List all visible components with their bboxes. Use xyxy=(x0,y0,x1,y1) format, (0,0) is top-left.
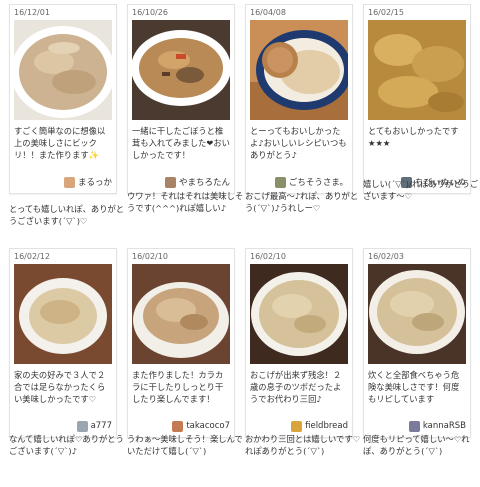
avatar xyxy=(76,420,88,432)
reply-text: おかわり三回とは嬉しいです♡れぽありがとう(´▽`) xyxy=(245,434,361,456)
report-card[interactable]: 16/12/01 すごく簡単なのに想像以上の美味しさにビックリ！！また作ります✨… xyxy=(9,4,117,194)
dish-photo[interactable] xyxy=(14,264,112,364)
avatar xyxy=(291,420,303,432)
dish-photo[interactable] xyxy=(132,264,230,364)
report-date: 16/02/15 xyxy=(368,8,404,17)
report-message: おこげが出来ず残念！２歳の息子のツボだったようでお代わり三回♪ xyxy=(250,370,342,404)
reply-text: とっても嬉しいれぽ、ありがとうございます(´▽`)♡ xyxy=(9,204,125,226)
report-message: 炊くと全部食べちゃう危険な美味しさです！何度もリピしています xyxy=(368,370,460,404)
avatar xyxy=(274,176,286,188)
report-date: 16/02/12 xyxy=(14,252,50,261)
report-message: 一緒に干したごぼうと椎茸も入れてみました❤おいしかったです！ xyxy=(132,126,230,160)
dish-photo[interactable] xyxy=(250,20,348,120)
report-date: 16/04/08 xyxy=(250,8,286,17)
report-card[interactable]: 16/02/10 おこげが出来ず残念！２歳の息子のツボだったようでお代わり三回♪… xyxy=(245,248,353,438)
dish-photo[interactable] xyxy=(368,264,466,364)
report-message: とーってもおいしかったよ♪おいしいレシピいつもありがとう♪ xyxy=(250,126,347,160)
author-name: fieldbread xyxy=(305,421,348,431)
report-message: また作りました！カラカラに干したりしっとり干したり楽しんでます！ xyxy=(132,370,224,404)
reply-text: 何度もリピって嬉しい〜♡れぽ、ありがとう(´▽`) xyxy=(363,434,470,456)
author-name: まるっか xyxy=(77,178,112,188)
report-date: 16/02/10 xyxy=(132,252,168,261)
reply-text: なんて嬉しいれぽ♡ありがとうございます(´▽`)♪ xyxy=(9,434,124,456)
report-date: 16/12/01 xyxy=(14,8,50,17)
avatar xyxy=(63,176,75,188)
report-message: 家の夫の好みで３人で２合では足らなかったくらい美味しかったです♡ xyxy=(14,370,106,404)
reply-text: 嬉しい(´▽`)/れぽありがとうございます〜♡ xyxy=(363,179,479,201)
author-name: a777 xyxy=(90,421,112,431)
report-date: 16/02/10 xyxy=(250,252,286,261)
dish-photo[interactable] xyxy=(132,20,230,120)
tsukurepo-grid: 16/12/01 すごく簡単なのに想像以上の美味しさにビックリ！！また作ります✨… xyxy=(0,0,480,487)
avatar xyxy=(164,176,176,188)
report-card[interactable]: 16/04/08 とーってもおいしかったよ♪おいしいレシピいつもありがとう♪ ご… xyxy=(245,4,353,194)
avatar xyxy=(172,420,184,432)
dish-photo[interactable] xyxy=(250,264,348,364)
dish-photo[interactable] xyxy=(14,20,112,120)
report-message: すごく簡単なのに想像以上の美味しさにビックリ！！また作ります✨ xyxy=(14,126,106,160)
report-card[interactable]: 16/02/03 炊くと全部食べちゃう危険な美味しさです！何度もリピしています … xyxy=(363,248,471,438)
dish-photo[interactable] xyxy=(368,20,466,120)
report-card[interactable]: 16/02/15 とてもおいしかったです★★★ ちびぃぬぃぬ xyxy=(363,4,471,194)
avatar xyxy=(408,420,420,432)
author-name: kannaRSB xyxy=(422,421,466,431)
reply-text: ウワァ！それはそれは美味しそうです(^^^)れぽ嬉しい♪ xyxy=(127,191,244,213)
report-date: 16/10/26 xyxy=(132,8,168,17)
author-name: やまちろたん xyxy=(178,178,230,188)
report-card[interactable]: 16/10/26 一緒に干したごぼうと椎茸も入れてみました❤おいしかったです！ … xyxy=(127,4,235,194)
reply-text: うわぁ〜美味しそう！楽しんでいただけて嬉し(´▽`) xyxy=(127,434,243,456)
report-date: 16/02/03 xyxy=(368,252,404,261)
report-message: とてもおいしかったです★★★ xyxy=(368,126,459,148)
author-name: ごちそうさま。 xyxy=(288,178,348,188)
reply-text: おこげ最高〜♪れぽ、ありがとう(´▽`)♪うれしー♡ xyxy=(245,191,359,213)
report-card[interactable]: 16/02/10 また作りました！カラカラに干したりしっとり干したり楽しんでます… xyxy=(127,248,235,438)
report-author[interactable]: まるっか xyxy=(10,173,116,193)
author-name: takacoco7 xyxy=(186,421,230,431)
report-card[interactable]: 16/02/12 家の夫の好みで３人で２合では足らなかったくらい美味しかったです… xyxy=(9,248,117,438)
